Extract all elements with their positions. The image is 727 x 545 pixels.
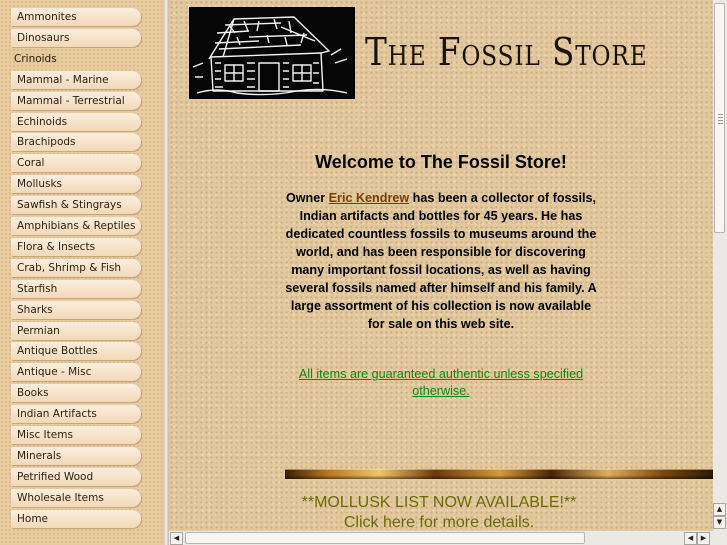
scroll-left-button[interactable]: ◀ <box>170 532 183 545</box>
vertical-scroll-thumb[interactable] <box>714 3 725 233</box>
nav-item-home[interactable]: Home <box>11 509 141 528</box>
nav-item-indian-artifacts[interactable]: Indian Artifacts <box>11 405 141 424</box>
nav-item-brachipods[interactable]: Brachipods <box>11 133 141 152</box>
nav-item-crab-shrimp-fish[interactable]: Crab, Shrimp & Fish <box>11 258 141 277</box>
nav-item-ammonites[interactable]: Ammonites <box>11 8 141 26</box>
nav-item-misc-items[interactable]: Misc Items <box>11 426 141 444</box>
guarantee-link[interactable]: All items are guaranteed authentic unles… <box>281 366 601 400</box>
nav-item-petrified-wood[interactable]: Petrified Wood <box>11 467 141 486</box>
nav-item-coral[interactable]: Coral <box>11 154 141 173</box>
store-logo <box>189 7 355 99</box>
intro-text-end: has been a collector of fossils, Indian … <box>285 191 597 331</box>
scroll-up-button[interactable]: ▲ <box>713 503 726 516</box>
nav-item-crinoids[interactable]: Crinoids <box>9 50 139 68</box>
nav-item-permian[interactable]: Permian <box>11 321 141 340</box>
nav-item-wholesale-items[interactable]: Wholesale Items <box>11 488 141 507</box>
grip-line <box>718 117 723 118</box>
nav-item-mollusks[interactable]: Mollusks <box>11 175 141 194</box>
details-link[interactable]: Click here for more details. <box>169 514 709 531</box>
horizontal-scroll-thumb[interactable] <box>185 532 585 544</box>
scroll-left-button-end[interactable]: ◀ <box>684 532 697 545</box>
nav-item-sharks[interactable]: Sharks <box>11 300 141 319</box>
owner-link[interactable]: Eric Kendrew <box>329 191 410 205</box>
scroll-right-button[interactable]: ▶ <box>697 532 710 545</box>
grip-line <box>718 123 723 124</box>
mollusk-notice: **MOLLUSK LIST NOW AVAILABLE!** <box>301 494 577 511</box>
main-frame: The Fossil Store Welcome to The Fossil S… <box>169 0 713 531</box>
welcome-heading: Welcome to The Fossil Store! <box>315 152 567 172</box>
nav-item-starfish[interactable]: Starfish <box>11 279 141 298</box>
grip-line <box>718 114 723 115</box>
intro-text-start: Owner <box>285 191 329 205</box>
scroll-down-button[interactable]: ▼ <box>713 516 726 529</box>
nav-item-echinoids[interactable]: Echinoids <box>11 112 141 131</box>
vertical-scrollbar[interactable]: ▲ ▼ <box>713 0 727 531</box>
decorative-divider <box>285 469 713 479</box>
nav-item-flora-insects[interactable]: Flora & Insects <box>11 237 141 256</box>
nav-item-antique-bottles[interactable]: Antique Bottles <box>11 342 141 361</box>
nav-item-mammal-marine[interactable]: Mammal - Marine <box>11 70 141 89</box>
category-sidebar: Ammonites Dinosaurs Crinoids Mammal - Marin… <box>0 0 164 545</box>
page-title: The Fossil Store <box>365 30 648 74</box>
nav-item-minerals[interactable]: Minerals <box>11 446 141 465</box>
intro-paragraph: Owner Eric Kendrew has been a collector … <box>281 189 601 333</box>
nav-item-books[interactable]: Books <box>11 384 141 403</box>
nav-item-amphibians-reptiles[interactable]: Amphibians & Reptiles <box>11 217 141 235</box>
horizontal-scrollbar[interactable]: ◀ ◀ ▶ <box>169 531 713 545</box>
nav-item-mammal-terrestrial[interactable]: Mammal - Terrestrial <box>11 91 141 110</box>
nav-item-sawfish-stingrays[interactable]: Sawfish & Stingrays <box>11 196 141 215</box>
nav-item-dinosaurs[interactable]: Dinosaurs <box>11 28 141 47</box>
nav-item-antique-misc[interactable]: Antique - Misc <box>11 363 141 382</box>
stone-house-icon <box>192 16 348 96</box>
scrollbar-corner <box>713 531 727 545</box>
grip-line <box>718 120 723 121</box>
